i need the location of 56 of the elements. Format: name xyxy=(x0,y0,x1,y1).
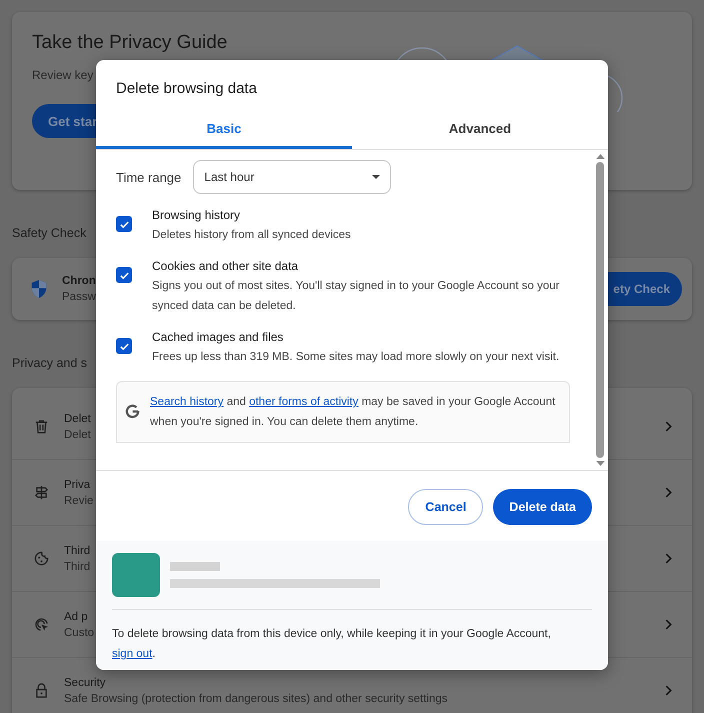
cancel-button[interactable]: Cancel xyxy=(408,489,484,525)
blurred-avatar xyxy=(112,553,160,597)
delete-data-button[interactable]: Delete data xyxy=(493,489,592,525)
sign-out-notice: To delete browsing data from this device only, while keeping it in your Google Account, sign out. xyxy=(112,627,552,662)
activity-note-text: Search history and other forms of activity may be saved in your Google Account when you're signed in. You can delete them anytime. xyxy=(150,395,556,430)
checkmark-icon xyxy=(118,270,130,280)
chevron-right-icon xyxy=(665,487,672,498)
chevron-right-icon xyxy=(665,685,672,696)
checkbox[interactable] xyxy=(116,338,132,354)
privacy-heading: Privacy and s xyxy=(12,356,88,370)
scroll-down-arrow-icon[interactable] xyxy=(596,461,604,466)
activity-link[interactable]: Search history xyxy=(150,396,224,408)
option-description: Signs you out of most sites. You'll stay signed in to your Google Account so your synced data can be deleted. xyxy=(152,279,560,314)
chevron-right-icon xyxy=(665,553,672,564)
tab[interactable]: Advanced xyxy=(352,111,608,149)
row-subtitle: Revie xyxy=(64,494,94,506)
shield-icon xyxy=(30,279,48,299)
option-title: Browsing history xyxy=(152,208,242,222)
dialog-title: Delete browsing data xyxy=(115,79,258,97)
sign-out-link[interactable]: sign out xyxy=(112,648,152,660)
scroll-up-arrow-icon[interactable] xyxy=(596,154,604,159)
row-title: Delet xyxy=(64,412,91,424)
row-title: Third xyxy=(64,544,90,556)
checkbox[interactable] xyxy=(116,267,132,283)
guide-subtitle: Review key xyxy=(32,68,94,82)
tab[interactable]: Basic xyxy=(96,111,352,149)
chevron-right-icon xyxy=(665,421,672,432)
row-subtitle: Custo xyxy=(64,626,94,638)
checkmark-icon xyxy=(118,340,130,352)
checkmark-icon xyxy=(118,218,130,230)
cursor-target-icon xyxy=(34,617,49,632)
lock-icon xyxy=(34,683,49,698)
cookie-icon xyxy=(34,551,49,566)
row-subtitle: Safe Browsing (protection from dangerous sites) and other security settings xyxy=(64,692,448,704)
guide-title: Take the Privacy Guide xyxy=(32,32,228,54)
option-title: Cookies and other site data xyxy=(152,259,300,273)
row-title: Priva xyxy=(64,478,90,490)
row-subtitle: Third xyxy=(64,560,90,572)
row-subtitle: Delet xyxy=(64,428,91,440)
time-range-label: Time range xyxy=(116,170,182,184)
time-range-dropdown[interactable]: Last hour xyxy=(193,160,392,194)
safety-card-subtitle: Passw xyxy=(62,291,96,303)
safety-check-heading: Safety Check xyxy=(12,226,86,240)
chevron-right-icon xyxy=(665,619,672,630)
option-description: Frees up less than 319 MB. Some sites may load more slowly on your next visit. xyxy=(152,350,560,365)
activity-link[interactable]: other forms of activity xyxy=(249,396,358,408)
option-description: Deletes history from all synced devices xyxy=(152,228,352,243)
checkbox[interactable] xyxy=(116,216,132,232)
safety-card-title: Chron xyxy=(62,275,96,287)
trash-icon xyxy=(34,419,49,434)
row-title: Ad p xyxy=(64,610,88,622)
dropdown-caret-icon xyxy=(372,175,380,179)
option-title: Cached images and files xyxy=(152,330,284,344)
signpost-icon xyxy=(34,485,49,500)
row-title: Security xyxy=(64,676,106,688)
g-logo-icon xyxy=(125,404,140,419)
